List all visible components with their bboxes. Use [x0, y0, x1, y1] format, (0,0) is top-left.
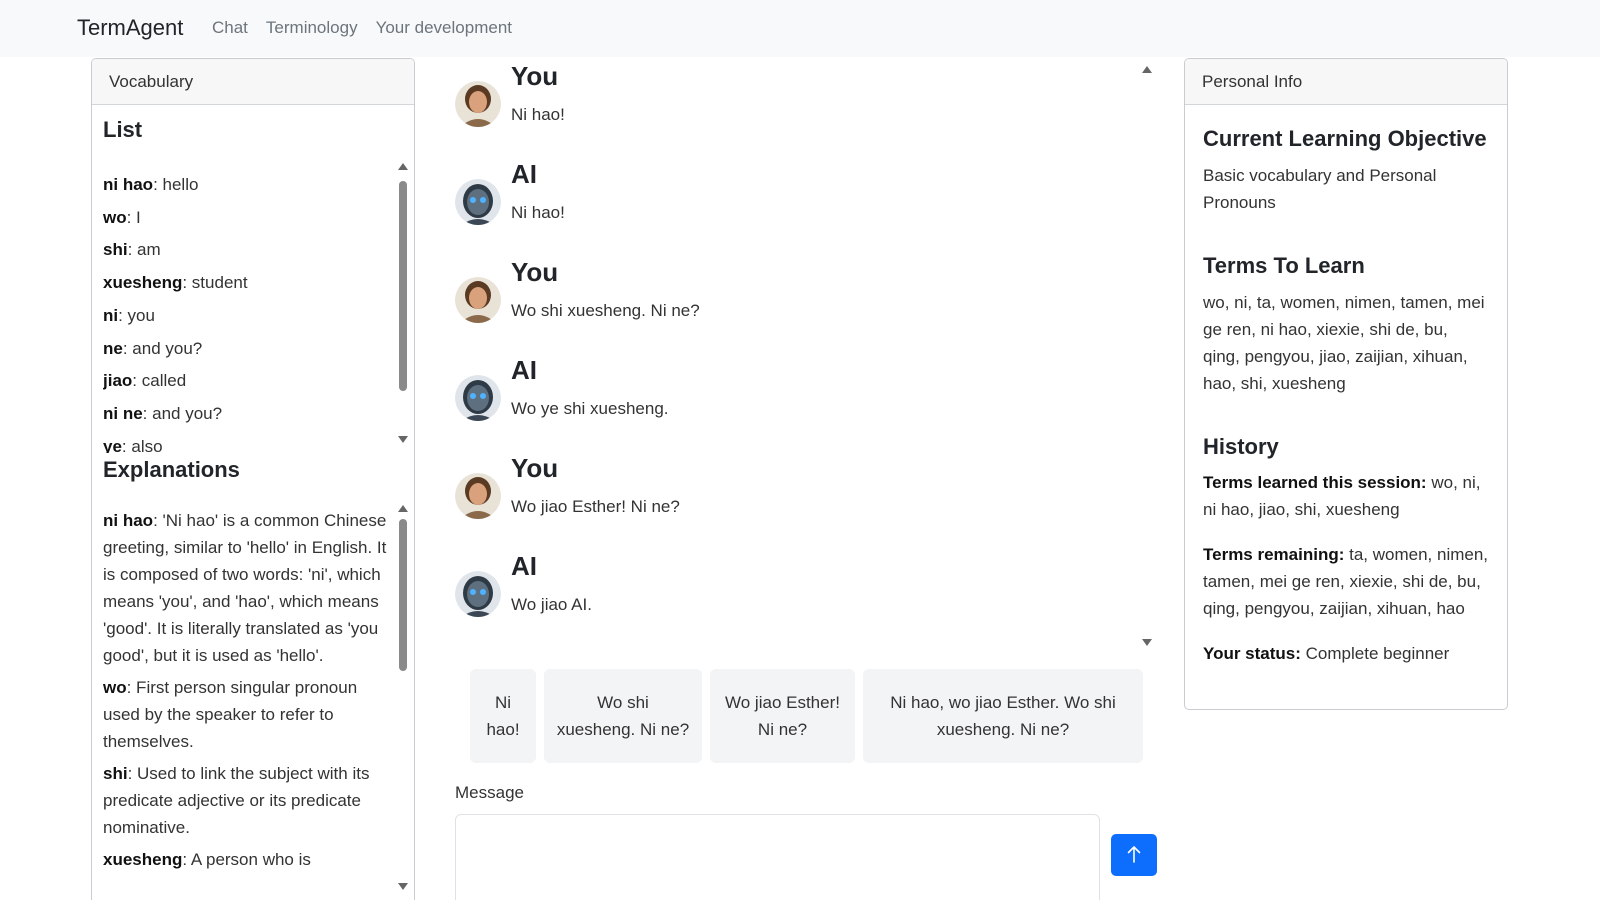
- scroll-up-arrow-icon[interactable]: [398, 163, 408, 170]
- message-author: AI: [511, 355, 537, 385]
- chat-message: AI Wo jiao AI.: [452, 551, 1132, 643]
- message-text: Wo jiao Esther! Ni ne?: [511, 497, 680, 516]
- chat-message: You Wo jiao Esther! Ni ne?: [452, 453, 1132, 545]
- terms-to-learn-text: wo, ni, ta, women, nimen, tamen, mei ge …: [1203, 293, 1485, 393]
- message-author: You: [511, 61, 559, 91]
- vocabulary-header: Vocabulary: [92, 59, 414, 105]
- suggestion-button[interactable]: Wo jiao Esther! Ni ne?: [710, 669, 855, 763]
- terms-learned: Terms learned this session: wo, ni, ni h…: [1203, 473, 1481, 519]
- chat-message: AI Ni hao!: [452, 159, 1132, 251]
- human-avatar-icon: [455, 473, 501, 519]
- explanations-list[interactable]: ni hao: 'Ni hao' is a common Chinese gre…: [103, 507, 395, 900]
- send-button[interactable]: [1111, 834, 1157, 876]
- vocabulary-list-scrollbar[interactable]: [396, 163, 410, 443]
- human-avatar-icon: [455, 277, 501, 323]
- message-author: You: [511, 257, 559, 287]
- personal-info-header: Personal Info: [1185, 59, 1507, 105]
- suggestion-list: Ni hao! Wo shi xuesheng. Ni ne? Wo jiao …: [470, 669, 1143, 763]
- robot-avatar-icon: [455, 179, 501, 225]
- terms-remaining: Terms remaining: ta, women, nimen, tamen…: [1203, 545, 1489, 618]
- explanation-item: ni hao: 'Ni hao' is a common Chinese gre…: [103, 511, 387, 665]
- explanation-item: wo: First person singular pronoun used b…: [103, 678, 358, 751]
- personal-info-card: Personal Info Current Learning Objective…: [1184, 58, 1508, 710]
- message-text: Ni hao!: [511, 203, 565, 222]
- message-author: You: [511, 453, 559, 483]
- scroll-up-arrow-icon[interactable]: [1142, 66, 1152, 73]
- explanation-item: shi: Used to link the subject with its p…: [103, 764, 370, 837]
- vocabulary-card: Vocabulary List ni hao: hello wo: I shi:…: [91, 58, 415, 900]
- terms-to-learn-title: Terms To Learn: [1203, 253, 1365, 278]
- history-title: History: [1203, 434, 1279, 459]
- message-author: AI: [511, 551, 537, 581]
- arrow-up-icon: [1127, 845, 1141, 866]
- nav-links: Chat Terminology Your development: [212, 18, 512, 38]
- vocabulary-list[interactable]: ni hao: hello wo: I shi: am xuesheng: st…: [103, 169, 403, 453]
- nav-link-terminology[interactable]: Terminology: [266, 18, 358, 38]
- human-avatar-icon: [455, 81, 501, 127]
- suggestion-button[interactable]: Ni hao, wo jiao Esther. Wo shi xuesheng.…: [863, 669, 1143, 763]
- chat-scrollbar[interactable]: [1140, 66, 1154, 646]
- message-text: Ni hao!: [511, 105, 565, 124]
- message-text: Wo jiao AI.: [511, 595, 592, 614]
- vocabulary-list-item: ne: and you?: [103, 338, 203, 358]
- message-text: Wo shi xuesheng. Ni ne?: [511, 301, 700, 320]
- scrollbar-thumb[interactable]: [399, 181, 407, 391]
- brand-logo[interactable]: TermAgent: [77, 15, 183, 41]
- message-text: Wo ye shi xuesheng.: [511, 399, 669, 418]
- user-status: Your status: Complete beginner: [1203, 644, 1450, 663]
- robot-avatar-icon: [455, 571, 501, 617]
- vocabulary-list-item: wo: I: [103, 207, 141, 227]
- scrollbar-thumb[interactable]: [399, 519, 407, 671]
- vocabulary-list-item: xuesheng: student: [103, 273, 248, 293]
- objective-text: Basic vocabulary and Personal Pronouns: [1203, 166, 1437, 212]
- vocabulary-list-item: ni hao: hello: [103, 175, 199, 194]
- explanation-item: xuesheng: A person who is: [103, 850, 311, 869]
- nav-link-chat[interactable]: Chat: [212, 18, 248, 38]
- message-label: Message: [455, 783, 524, 802]
- navbar: TermAgent Chat Terminology Your developm…: [0, 0, 1600, 57]
- scroll-up-arrow-icon[interactable]: [398, 505, 408, 512]
- chat-message: You Ni hao!: [452, 61, 1132, 153]
- vocabulary-list-item: jiao: called: [103, 371, 187, 391]
- nav-link-development[interactable]: Your development: [376, 18, 512, 38]
- vocabulary-list-item: ni ne: and you?: [103, 403, 223, 423]
- personal-info-body: Current Learning Objective Basic vocabul…: [1185, 125, 1507, 667]
- explanations-title: Explanations: [103, 457, 240, 482]
- vocabulary-list-title: List: [103, 117, 143, 142]
- scroll-down-arrow-icon[interactable]: [398, 436, 408, 443]
- objective-title: Current Learning Objective: [1203, 126, 1487, 151]
- vocabulary-list-item: shi: am: [103, 240, 161, 260]
- vocabulary-list-item: ni: you: [103, 305, 155, 325]
- vocabulary-list-item: ye: also: [103, 436, 163, 453]
- explanations-scrollbar[interactable]: [396, 505, 410, 890]
- message-input[interactable]: [455, 814, 1100, 900]
- suggestion-button[interactable]: Ni hao!: [470, 669, 536, 763]
- suggestion-button[interactable]: Wo shi xuesheng. Ni ne?: [544, 669, 702, 763]
- chat-message: AI Wo ye shi xuesheng.: [452, 355, 1132, 447]
- scroll-down-arrow-icon[interactable]: [1142, 639, 1152, 646]
- chat-messages[interactable]: You Ni hao! AI Ni hao! You Wo shi xueshe…: [452, 58, 1158, 648]
- robot-avatar-icon: [455, 375, 501, 421]
- message-author: AI: [511, 159, 537, 189]
- chat-message: You Wo shi xuesheng. Ni ne?: [452, 257, 1132, 349]
- scroll-down-arrow-icon[interactable]: [398, 883, 408, 890]
